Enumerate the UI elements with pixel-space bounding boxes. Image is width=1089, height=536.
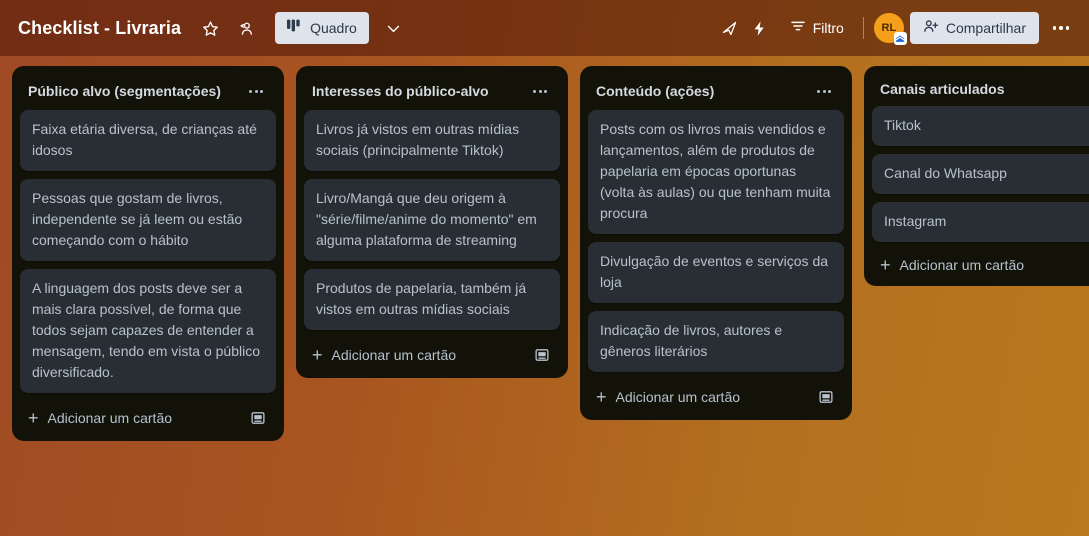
add-card-button[interactable]: + Adicionar um cartão	[304, 338, 560, 372]
list-header: Interesses do público-alvo	[304, 74, 560, 110]
card[interactable]: Instagram	[872, 202, 1089, 242]
rocket-icon[interactable]	[715, 13, 745, 43]
card[interactable]: Posts com os livros mais vendidos e lanç…	[588, 110, 844, 234]
list-title[interactable]: Interesses do público-alvo	[312, 82, 528, 100]
board-view-label: Quadro	[310, 20, 357, 36]
list-title[interactable]: Público alvo (segmentações)	[28, 82, 244, 100]
list-title[interactable]: Conteúdo (ações)	[596, 82, 812, 100]
plus-icon: +	[312, 345, 323, 365]
card-template-icon[interactable]	[532, 345, 552, 365]
list-menu-icon[interactable]	[244, 80, 268, 102]
avatar[interactable]: RL	[873, 13, 907, 45]
list-header: Público alvo (segmentações)	[20, 74, 276, 110]
card[interactable]: Livro/Mangá que deu origem à "série/film…	[304, 179, 560, 261]
add-card-button[interactable]: + Adicionar um cartão	[588, 380, 844, 414]
card-template-icon[interactable]	[816, 387, 836, 407]
card-list: Livros já vistos em outras mídias sociai…	[304, 110, 560, 330]
board-header: Checklist - Livraria Quadro Filtro RL Co…	[0, 0, 1089, 56]
card[interactable]: Faixa etária diversa, de crianças até id…	[20, 110, 276, 171]
plus-icon: +	[880, 255, 891, 275]
ellipsis-horizontal-icon[interactable]	[1047, 14, 1075, 42]
card[interactable]: Tiktok	[872, 106, 1089, 146]
card-list: Faixa etária diversa, de crianças até id…	[20, 110, 276, 393]
list: Público alvo (segmentações) Faixa etária …	[12, 66, 284, 441]
list: Conteúdo (ações) Posts com os livros mais…	[580, 66, 852, 420]
plus-icon: +	[596, 387, 607, 407]
board-view-button[interactable]: Quadro	[275, 12, 369, 44]
card[interactable]: A linguagem dos posts deve ser a mais cl…	[20, 269, 276, 393]
list: Interesses do público-alvo Livros já vist…	[296, 66, 568, 378]
add-card-button[interactable]: + Adicionar um cartão	[20, 401, 276, 435]
card[interactable]: Canal do Whatsapp	[872, 154, 1089, 194]
board-canvas[interactable]: Público alvo (segmentações) Faixa etária …	[0, 56, 1089, 536]
card-list: Posts com os livros mais vendidos e lanç…	[588, 110, 844, 372]
share-button[interactable]: Compartilhar	[909, 12, 1039, 44]
chevron-down-icon[interactable]	[379, 13, 409, 43]
list: Canais articulados Tiktok Canal do Whatsap…	[864, 66, 1089, 286]
list-menu-icon[interactable]	[528, 80, 552, 102]
card[interactable]: Livros já vistos em outras mídias sociai…	[304, 110, 560, 171]
list-menu-icon[interactable]	[812, 80, 836, 102]
add-card-label: Adicionar um cartão	[615, 389, 741, 405]
share-label: Compartilhar	[945, 20, 1026, 36]
members-icon[interactable]	[231, 13, 261, 43]
board-title: Checklist - Livraria	[18, 17, 182, 38]
list-title[interactable]: Canais articulados	[880, 80, 1089, 98]
add-card-label: Adicionar um cartão	[331, 347, 457, 363]
add-card-label: Adicionar um cartão	[47, 410, 173, 426]
filter-label: Filtro	[812, 20, 844, 36]
card[interactable]: Produtos de papelaria, também já vistos …	[304, 269, 560, 330]
add-card-label: Adicionar um cartão	[899, 257, 1025, 273]
add-card-button[interactable]: + Adicionar um cartão	[872, 250, 1089, 280]
card-list: Tiktok Canal do Whatsapp Instagram	[872, 106, 1089, 242]
plus-icon: +	[28, 408, 39, 428]
star-icon[interactable]	[195, 13, 225, 43]
card[interactable]: Divulgação de eventos e serviços da loja	[588, 242, 844, 303]
board-columns-icon	[287, 19, 302, 37]
header-divider	[862, 17, 864, 39]
list-header: Canais articulados	[872, 74, 1089, 106]
list-header: Conteúdo (ações)	[588, 74, 844, 110]
lightning-bolt-icon[interactable]	[745, 13, 775, 43]
filter-button[interactable]: Filtro	[781, 13, 853, 43]
card[interactable]: Indicação de livros, autores e gêneros l…	[588, 311, 844, 372]
card-template-icon[interactable]	[248, 408, 268, 428]
card[interactable]: Pessoas que gostam de livros, independen…	[20, 179, 276, 261]
avatar-badge-icon	[893, 32, 907, 45]
person-add-icon	[923, 18, 939, 39]
filter-icon	[790, 18, 806, 39]
